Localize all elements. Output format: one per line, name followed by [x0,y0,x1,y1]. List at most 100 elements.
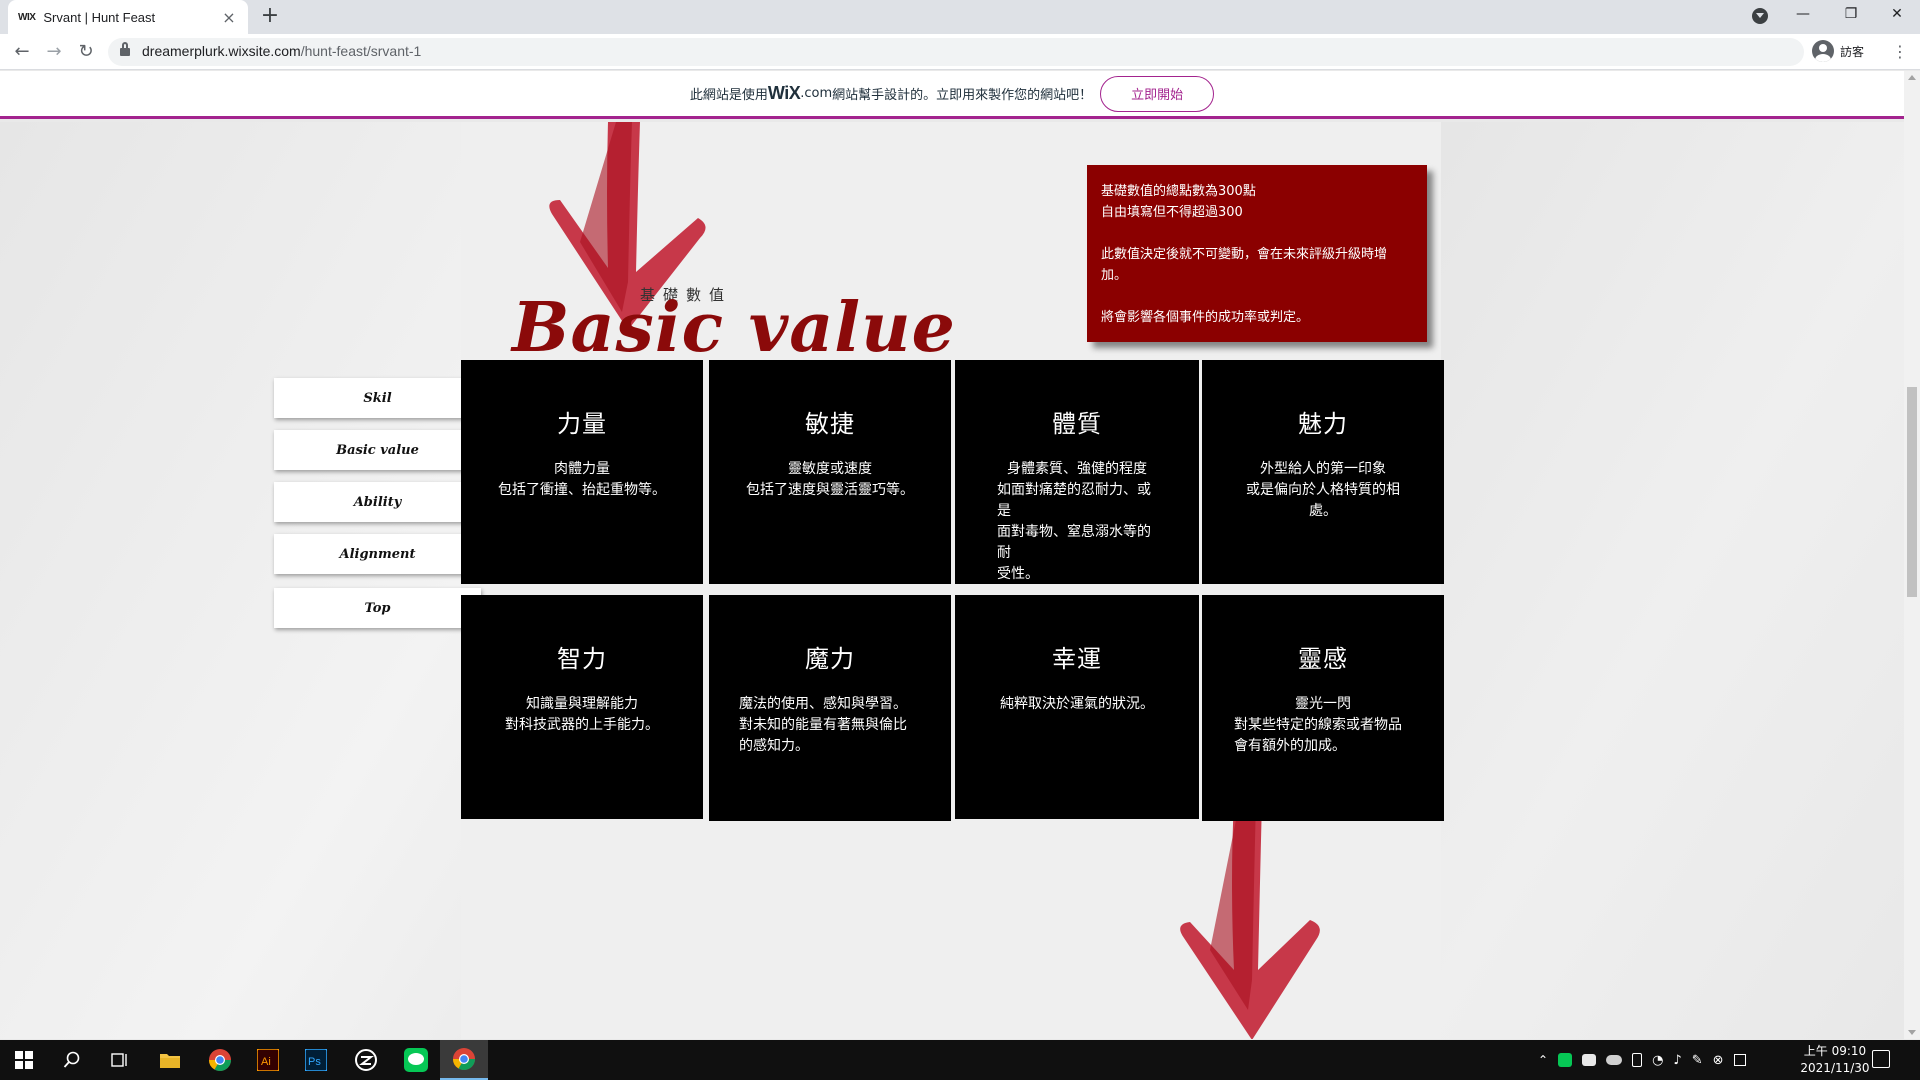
illustrator-icon: Ai [257,1049,279,1071]
stat-desc-line: 包括了速度與靈活靈巧等。 [746,482,914,498]
taskbar-app[interactable] [342,1040,390,1080]
stat-card-charisma: 魅力 外型給人的第一印象 或是偏向於人格特質的相處。 [1202,360,1444,584]
stat-description: 肉體力量 包括了衝撞、抬起重物等。 [461,459,703,501]
close-window-button[interactable]: ✕ [1874,0,1920,30]
stat-desc-line: 靈光一閃 [1295,696,1351,712]
svg-text:Ai: Ai [261,1056,271,1068]
profile-label: 訪客 [1840,44,1865,59]
wix-banner: 此網站是使用 WiX .com 網站幫手設計的。立即用來製作您的網站吧！ 立即開… [0,71,1904,119]
stat-description: 外型給人的第一印象 或是偏向於人格特質的相處。 [1202,459,1444,522]
lock-icon[interactable] [120,42,130,57]
line-app-icon [404,1048,428,1072]
url-text[interactable]: dreamerplurk.wixsite.com/hunt-feast/srva… [142,43,421,59]
info-line: 此數值決定後就不可變動，會在未來評級升級時增 [1101,247,1388,262]
page-content: 基礎數值 Basic value 基礎數值的總點數為300點 自由填寫但不得超過… [0,122,1904,1039]
wix-brand-suffix: .com [800,86,833,101]
page-scrollbar[interactable] [1904,71,1920,1039]
nav-button-top[interactable]: Top [274,588,481,628]
clock[interactable]: 上午 09:10 2021/11/30 [1790,1043,1880,1077]
stat-desc-line: 對科技武器的上手能力。 [505,717,659,733]
task-view-button[interactable] [96,1040,144,1080]
tab-search-icon[interactable] [1752,8,1768,24]
nav-button-ability[interactable]: Ability [274,482,481,522]
stat-card-constitution: 體質 身體素質、強健的程度 如面對痛楚的忍耐力、或是 面對毒物、窒息溺水等的耐 … [955,360,1199,584]
scroll-thumb[interactable] [1907,387,1917,597]
url-domain: dreamerplurk.wixsite.com [142,43,301,59]
scroll-up-icon[interactable] [1908,75,1916,80]
nav-button-alignment[interactable]: Alignment [274,534,481,574]
restore-button[interactable]: ❐ [1828,0,1874,30]
stat-desc-line: 知識量與理解能力 [526,696,638,712]
stat-desc-line: 外型給人的第一印象 [1260,461,1386,477]
url-path: /hunt-feast/srvant-1 [300,43,422,59]
scroll-down-icon[interactable] [1908,1030,1916,1035]
browser-toolbar: ← → ↻ dreamerplurk.wixsite.com/hunt-feas… [0,34,1920,70]
tray-line-icon[interactable] [1558,1053,1573,1067]
taskbar-chrome-profile[interactable] [196,1040,244,1080]
start-now-button[interactable]: 立即開始 [1100,75,1215,112]
stat-description: 魔法的使用、感知與學習。 對未知的能量有著無與倫比 的感知力。 [709,694,951,757]
chrome-icon [453,1048,475,1070]
tray-device-icon[interactable] [1632,1053,1643,1067]
stat-card-intelligence: 智力 知識量與理解能力 對科技武器的上手能力。 [461,595,703,819]
stat-desc-line: 對未知的能量有著無與倫比 [739,717,907,733]
forward-button[interactable]: → [42,40,66,64]
start-button[interactable] [0,1040,48,1080]
stat-card-agility: 敏捷 靈敏度或速度 包括了速度與靈活靈巧等。 [709,360,951,584]
taskbar-file-explorer[interactable] [146,1040,194,1080]
wix-favicon-icon: WIX [18,11,36,23]
ime-icon[interactable] [1733,1054,1746,1066]
taskbar-line[interactable] [392,1040,440,1080]
folder-icon [160,1054,180,1068]
stat-desc-line: 對某些特定的線索或者物品 [1234,717,1402,733]
browser-tab[interactable]: WIX Srvant | Hunt Feast × [8,0,248,34]
stat-desc-line: 包括了衝撞、抬起重物等。 [498,482,666,498]
tab-close-icon[interactable]: × [220,8,238,27]
stat-title: 體質 [1052,410,1102,438]
stat-desc-line: 面對毒物、窒息溺水等的耐 [997,524,1151,561]
nav-button-basic-value[interactable]: Basic value [274,430,481,470]
search-button[interactable] [48,1040,96,1080]
stat-card-strength: 力量 肉體力量 包括了衝撞、抬起重物等。 [461,360,703,584]
photoshop-icon: Ps [305,1049,327,1071]
task-view-icon [111,1053,127,1067]
profile-button[interactable]: 訪客 [1812,40,1864,62]
info-line: 加。 [1101,268,1128,283]
browser-tab-bar: WIX Srvant | Hunt Feast × + — ❐ ✕ [0,0,1920,34]
new-tab-button[interactable]: + [258,5,282,29]
windows-logo-icon [15,1051,33,1069]
address-bar[interactable]: dreamerplurk.wixsite.com/hunt-feast/srva… [108,38,1804,66]
wifi-icon[interactable]: ◔ [1652,1053,1663,1068]
tray-cloud-icon[interactable] [1606,1055,1623,1065]
clock-time: 上午 09:10 [1803,1044,1867,1058]
minimize-button[interactable]: — [1780,0,1826,30]
search-icon [63,1051,80,1068]
svg-text:Ps: Ps [308,1056,321,1068]
stat-description: 純粹取決於運氣的狀況。 [955,694,1199,715]
taskbar-chrome-active[interactable] [440,1040,488,1080]
browser-menu-icon[interactable]: ⋮ [1890,40,1910,64]
pen-icon[interactable]: ✎ [1692,1053,1703,1068]
stat-title: 靈感 [1298,645,1348,673]
system-tray: ⌃ ◔ ♪ ✎ ⊗ [1538,1040,1746,1080]
tray-discord-icon[interactable] [1582,1054,1597,1066]
stat-description: 身體素質、強健的程度 如面對痛楚的忍耐力、或是 面對毒物、窒息溺水等的耐 受性。 [955,459,1199,585]
nav-button-skil[interactable]: Skil [274,378,481,418]
taskbar-photoshop[interactable]: Ps [292,1040,340,1080]
reload-button[interactable]: ↻ [74,40,98,64]
notification-icon[interactable] [1872,1050,1890,1068]
taskbar-illustrator[interactable]: Ai [244,1040,292,1080]
back-button[interactable]: ← [10,40,34,64]
stat-desc-line: 靈敏度或速度 [788,461,872,477]
stat-desc-line: 受性。 [997,566,1039,582]
wix-logo: WiX [767,83,801,103]
stat-title: 敏捷 [805,410,855,438]
info-line: 自由填寫但不得超過300 [1101,205,1243,220]
tray-expand-icon[interactable]: ⌃ [1538,1053,1548,1067]
tray-close-icon[interactable]: ⊗ [1713,1053,1724,1068]
stat-title: 幸運 [1052,645,1102,673]
stat-desc-line: 的感知力。 [739,738,809,754]
clock-date: 2021/11/30 [1800,1061,1870,1075]
volume-icon[interactable]: ♪ [1673,1053,1681,1068]
stat-title: 力量 [557,410,607,438]
